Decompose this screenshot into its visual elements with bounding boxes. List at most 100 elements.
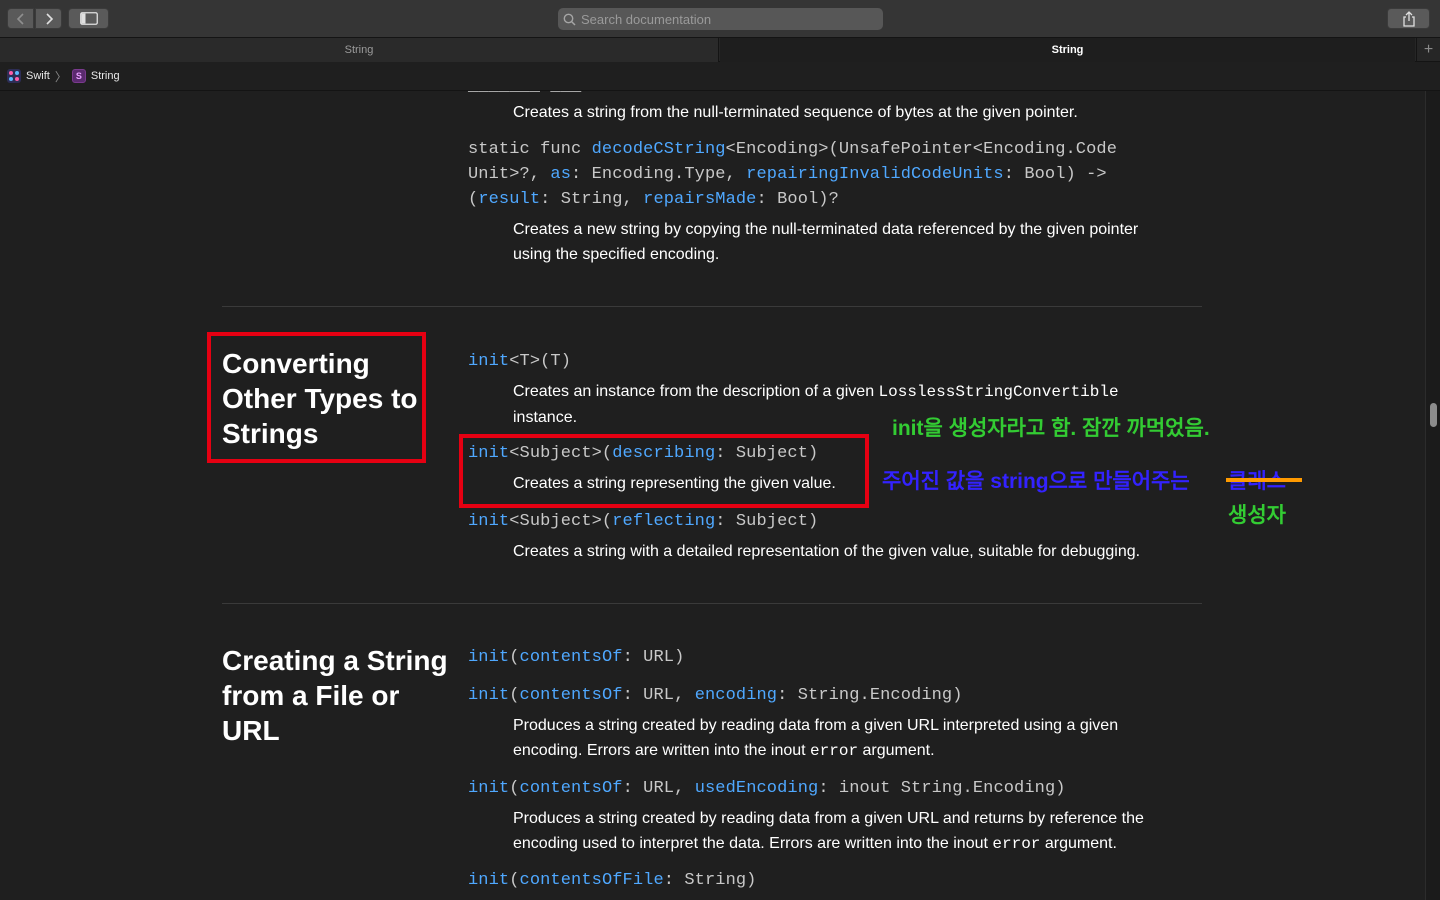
nav-buttons xyxy=(7,8,62,29)
desc-line: Creates a new string by copying the null… xyxy=(513,221,1139,238)
breadcrumb: Swift 〉 S String xyxy=(0,62,1440,91)
partial-signature: _______ ___ xyxy=(468,91,581,99)
sig-text: <T>(T) xyxy=(509,352,572,371)
sig-name[interactable]: init xyxy=(468,352,509,371)
sig-text: : inout String.Encoding) xyxy=(818,779,1066,798)
sig-name[interactable]: init xyxy=(468,512,509,531)
desc-text: argument. xyxy=(858,742,935,759)
sig-text: : String, xyxy=(540,190,644,209)
search-input[interactable] xyxy=(581,11,871,27)
annotation-green-note: init을 생성자라고 함. 잠깐 까먹었음. xyxy=(892,417,1210,440)
chevron-right-icon: 〉 xyxy=(54,69,67,84)
annotation-correction: 생성자 xyxy=(1228,504,1286,527)
signature-init-contentsOf-usedEncoding[interactable]: init(contentsOf: URL, usedEncoding: inou… xyxy=(468,776,1066,801)
sig-text: : String.Encoding) xyxy=(777,686,963,705)
tab-string-inactive[interactable]: String xyxy=(0,38,719,62)
signature-init-contentsOf[interactable]: init(contentsOf: URL) xyxy=(468,645,684,670)
sig-param: encoding xyxy=(694,686,778,705)
sig-name[interactable]: init xyxy=(468,779,509,798)
sig-text: : Bool) -> xyxy=(1003,165,1107,184)
sig-text: : URL, xyxy=(622,686,695,705)
signature-decodeCString[interactable]: static func decodeCString<Encoding>(Unsa… xyxy=(468,137,1117,212)
sig-param: as xyxy=(550,165,572,184)
annotation-red-box-title xyxy=(207,332,426,463)
sig-text: ( xyxy=(509,779,520,798)
swift-module-icon xyxy=(7,69,21,83)
annotation-red-box-describing xyxy=(459,434,869,508)
description: Produces a string created by reading dat… xyxy=(513,713,1203,764)
strike-line xyxy=(1226,478,1302,482)
sig-name[interactable]: init xyxy=(468,871,509,890)
structure-icon: S xyxy=(71,69,86,83)
annotation-blue-note: 주어진 값을 string으로 만들어주는 xyxy=(882,470,1190,493)
toolbar xyxy=(0,0,1440,38)
tab-label: String xyxy=(344,44,374,56)
sig-text: ( xyxy=(509,648,520,667)
sig-text: : URL) xyxy=(622,648,685,667)
sig-param: result xyxy=(478,190,541,209)
sig-param: contentsOfFile xyxy=(519,871,664,890)
annotation-struck-word: 클래스 xyxy=(1226,465,1302,495)
sig-text: : Encoding.Type, xyxy=(571,165,747,184)
desc-code: error xyxy=(810,742,859,760)
sig-name[interactable]: init xyxy=(468,686,509,705)
sig-param: contentsOf xyxy=(519,686,623,705)
sig-param: contentsOf xyxy=(519,648,623,667)
share-icon xyxy=(1402,10,1415,27)
title-line: URL xyxy=(222,715,280,746)
sig-text: : Bool)? xyxy=(756,190,839,209)
sidebar-icon xyxy=(79,12,98,25)
back-button[interactable] xyxy=(7,8,34,29)
sig-name[interactable]: decodeCString xyxy=(592,140,726,159)
desc-code[interactable]: LosslessStringConvertible xyxy=(879,383,1119,401)
section-divider xyxy=(222,306,1202,307)
vertical-scrollbar[interactable] xyxy=(1425,91,1440,900)
section-divider xyxy=(222,603,1202,604)
sig-name[interactable]: init xyxy=(468,648,509,667)
desc-text: argument. xyxy=(1040,835,1117,852)
plus-icon: + xyxy=(1423,41,1434,58)
search-field[interactable] xyxy=(558,8,883,30)
sig-text: Unit>?, xyxy=(468,165,551,184)
desc-line: Produces a string created by reading dat… xyxy=(513,810,1144,827)
title-line: Creating a String xyxy=(222,645,448,676)
sig-param: repairingInvalidCodeUnits xyxy=(746,165,1004,184)
forward-button[interactable] xyxy=(35,8,62,29)
breadcrumb-item-swift[interactable]: Swift xyxy=(26,70,50,82)
tab-bar: String String + xyxy=(0,38,1440,62)
description: Creates a string from the null-terminate… xyxy=(513,104,1078,121)
signature-init-contentsOf-encoding[interactable]: init(contentsOf: URL, encoding: String.E… xyxy=(468,683,963,708)
signature-init-T[interactable]: init<T>(T) xyxy=(468,349,571,374)
sig-param: repairsMade xyxy=(643,190,757,209)
chevron-left-icon xyxy=(16,12,24,25)
sig-text: <Subject>( xyxy=(509,512,613,531)
sig-text: static func xyxy=(468,140,592,159)
desc-text: encoding used to interpret the data. Err… xyxy=(513,835,993,852)
breadcrumb-item-string[interactable]: String xyxy=(91,70,120,82)
sig-text: : URL, xyxy=(622,779,695,798)
sidebar-toggle-button[interactable] xyxy=(68,8,109,29)
description: Creates a string with a detailed represe… xyxy=(513,543,1141,560)
tab-label: String xyxy=(1051,44,1084,56)
scroll-thumb[interactable] xyxy=(1430,403,1437,427)
title-line: from a File or xyxy=(222,680,400,711)
search-icon xyxy=(563,13,576,26)
sig-text: : String) xyxy=(663,871,757,890)
sig-text: ( xyxy=(468,190,479,209)
signature-init-contentsOfFile[interactable]: init(contentsOfFile: String) xyxy=(468,868,756,893)
desc-line: Produces a string created by reading dat… xyxy=(513,717,1119,734)
signature-init-reflecting[interactable]: init<Subject>(reflecting: Subject) xyxy=(468,509,818,534)
section-title-creating: Creating a String from a File or URL xyxy=(222,643,448,748)
description: Produces a string created by reading dat… xyxy=(513,806,1203,857)
tab-string-active[interactable]: String xyxy=(720,38,1415,62)
chevron-right-icon xyxy=(45,12,53,25)
new-tab-button[interactable]: + xyxy=(1416,38,1440,62)
sig-text: <Encoding>(UnsafePointer<Encoding.Code xyxy=(725,140,1118,159)
sig-param: usedEncoding xyxy=(694,779,819,798)
sig-param: contentsOf xyxy=(519,779,623,798)
documentation-content: _______ ___ Creates a string from the nu… xyxy=(0,91,1425,900)
desc-code: error xyxy=(992,835,1041,853)
sig-param: reflecting xyxy=(612,512,716,531)
description: Creates a new string by copying the null… xyxy=(513,217,1203,267)
share-button[interactable] xyxy=(1387,8,1430,29)
